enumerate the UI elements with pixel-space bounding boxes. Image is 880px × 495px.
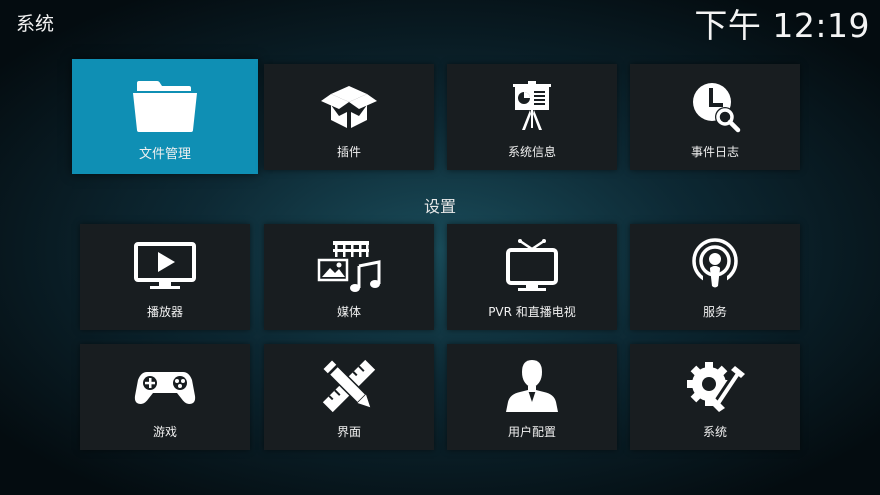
monitor-play-icon	[133, 238, 197, 294]
folder-icon	[127, 75, 203, 137]
user-profile-icon	[500, 358, 564, 414]
tile-label: 事件日志	[690, 145, 739, 159]
tile-player[interactable]: 播放器	[80, 224, 250, 330]
tile-label: PVR 和直播电视	[488, 305, 576, 319]
tile-label: 文件管理	[138, 147, 191, 162]
tile-media[interactable]: 媒体	[264, 224, 434, 330]
gear-wrench-icon	[683, 358, 747, 414]
tile-pvr-live-tv[interactable]: PVR 和直播电视	[447, 224, 617, 330]
tile-label: 系统	[702, 425, 727, 439]
tile-label: 界面	[336, 425, 361, 439]
tile-label: 游戏	[152, 425, 177, 439]
gamepad-icon	[133, 358, 197, 414]
tile-event-log[interactable]: 事件日志	[630, 64, 800, 170]
presentation-board-icon	[500, 78, 564, 134]
media-library-icon	[317, 238, 381, 294]
tile-label: 插件	[336, 145, 361, 159]
broadcast-icon	[683, 238, 747, 294]
tile-file-manager[interactable]: 文件管理	[72, 59, 258, 174]
tile-label: 系统信息	[507, 145, 556, 159]
clock-search-icon	[683, 78, 747, 134]
tile-games[interactable]: 游戏	[80, 344, 250, 450]
settings-section-label: 设置	[423, 197, 456, 216]
pencil-ruler-icon	[317, 358, 381, 414]
tile-profiles[interactable]: 用户配置	[447, 344, 617, 450]
tile-label: 服务	[702, 305, 727, 319]
tile-system-info[interactable]: 系统信息	[447, 64, 617, 170]
tile-services[interactable]: 服务	[630, 224, 800, 330]
clock: 下午 12:19	[694, 6, 870, 45]
tile-label: 媒体	[336, 305, 361, 319]
open-box-icon	[317, 78, 381, 134]
header-title: 系统	[16, 13, 55, 35]
tile-addons[interactable]: 插件	[264, 64, 434, 170]
tile-label: 播放器	[146, 305, 183, 319]
tile-system[interactable]: 系统	[630, 344, 800, 450]
tile-label: 用户配置	[507, 425, 556, 439]
tv-antenna-icon	[500, 238, 564, 294]
tile-interface[interactable]: 界面	[264, 344, 434, 450]
